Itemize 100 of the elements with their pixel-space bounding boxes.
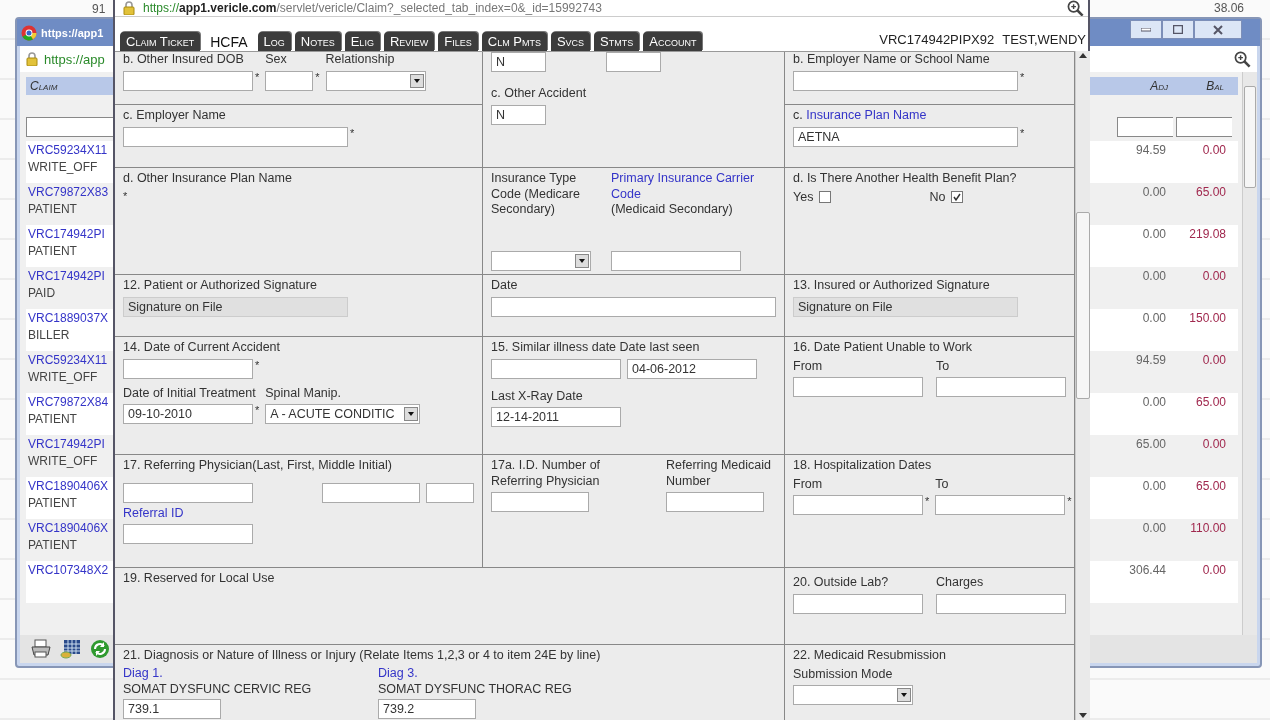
scrollbar[interactable] xyxy=(1242,72,1257,635)
tab[interactable]: Claim Ticket xyxy=(120,32,201,51)
claim-link[interactable]: VRC59234X11 xyxy=(28,353,108,367)
text-field[interactable] xyxy=(123,524,253,545)
text-field[interactable] xyxy=(606,52,661,72)
claim-link[interactable]: VRC1889037X xyxy=(28,311,109,325)
text-field[interactable] xyxy=(322,482,421,503)
field-label: 14. Date of Current Accident xyxy=(123,340,282,356)
dropdown[interactable]: A - ACUTE CONDITIC xyxy=(265,404,421,425)
field-label: 20. Outside Lab? xyxy=(793,575,890,591)
tab[interactable]: Files xyxy=(438,32,478,51)
claim-link[interactable]: VRC79872X83 xyxy=(28,185,109,199)
claim-link[interactable]: VRC1890406X xyxy=(28,479,109,493)
field-label: Insurance Type Code (Medicare Secondary) xyxy=(491,171,581,218)
field-label: Last X-Ray Date xyxy=(491,388,584,405)
tab[interactable]: Clm Pmts xyxy=(481,32,547,51)
claim-id: VRC174942PIPX92 xyxy=(879,32,995,47)
field-link[interactable]: Primary Insurance Carrier Code xyxy=(611,171,776,203)
window-title: https://app1 xyxy=(41,26,104,39)
caret-icon xyxy=(575,254,589,268)
zoom-in-icon[interactable] xyxy=(1067,0,1084,17)
claim-link[interactable]: VRC107348X2 xyxy=(28,563,109,577)
text-field[interactable] xyxy=(123,70,253,91)
text-field[interactable]: 12-14-2011 xyxy=(491,407,621,428)
text-field[interactable]: N xyxy=(491,104,546,125)
tab[interactable]: Notes xyxy=(294,32,341,51)
table-cell-text: 0.00 xyxy=(1141,227,1166,243)
field-link[interactable]: Referral ID xyxy=(123,505,474,522)
text-field[interactable] xyxy=(611,251,741,271)
field-label: 15. Similar illness date Date last seen xyxy=(491,340,701,356)
field-label: 12. Patient or Authorized Signature xyxy=(123,278,318,294)
text-field[interactable] xyxy=(793,70,1018,91)
claim-link[interactable]: VRC59234X11 xyxy=(28,143,108,157)
text-field[interactable] xyxy=(793,593,923,614)
tab[interactable]: Svcs xyxy=(550,32,591,51)
claim-link[interactable]: VRC79872X84 xyxy=(28,395,109,409)
scroll-up-icon[interactable] xyxy=(1079,53,1087,58)
tab[interactable]: Elig xyxy=(344,32,380,51)
scrollbar[interactable] xyxy=(1075,51,1090,720)
text-field[interactable] xyxy=(936,377,1066,398)
browser-logo-icon xyxy=(21,24,37,41)
tab[interactable]: Stmts xyxy=(594,32,640,51)
text-field[interactable]: AETNA xyxy=(793,126,1018,147)
field-label: 19. Reserved for Local Use xyxy=(123,571,276,587)
text-field[interactable] xyxy=(793,495,923,516)
text-field[interactable] xyxy=(666,492,764,513)
tab[interactable]: Review xyxy=(383,32,435,51)
scroll-down-icon[interactable] xyxy=(1079,713,1087,718)
maximize-button[interactable] xyxy=(1162,20,1194,39)
dropdown[interactable] xyxy=(325,70,426,91)
text-field[interactable] xyxy=(491,492,589,513)
text-field[interactable] xyxy=(123,358,253,379)
field-link[interactable]: Diag 3. xyxy=(378,665,633,682)
text-field[interactable] xyxy=(491,296,776,317)
table-cell-text: 0.00 xyxy=(1141,521,1166,537)
claim-link[interactable]: VRC1890406X xyxy=(28,521,109,535)
filter-field[interactable] xyxy=(1117,117,1173,137)
dropdown[interactable] xyxy=(793,685,913,706)
backdrop-text: 38.06 xyxy=(1214,1,1245,15)
printer-icon[interactable] xyxy=(30,639,52,659)
text-field[interactable] xyxy=(793,377,923,398)
field-link[interactable]: Diag 1. xyxy=(123,665,378,682)
text-field[interactable] xyxy=(123,482,253,503)
claim-link[interactable]: VRC174942PI xyxy=(28,227,105,241)
field-label: No xyxy=(929,189,946,206)
text-field[interactable] xyxy=(935,495,1066,516)
refresh-icon[interactable] xyxy=(90,639,110,659)
tab[interactable]: Log xyxy=(257,32,291,51)
table-cell-text: 65.00 xyxy=(1134,437,1166,453)
field-label: 22. Medicaid Resubmission xyxy=(793,648,947,664)
minimize-button[interactable] xyxy=(1130,20,1162,39)
backdrop-text: 91 xyxy=(92,2,106,16)
claim-link[interactable]: VRC174942PI xyxy=(28,269,105,283)
text-field[interactable] xyxy=(123,126,348,147)
text-field[interactable]: 04-06-2012 xyxy=(627,358,757,379)
padlock-icon xyxy=(123,1,135,15)
text-field[interactable] xyxy=(936,593,1066,614)
calculator-grid-icon[interactable] xyxy=(60,639,82,659)
readonly-field[interactable]: Signature on File xyxy=(793,296,1018,317)
close-button[interactable] xyxy=(1194,20,1242,39)
close-icon xyxy=(1213,24,1223,35)
text-field[interactable] xyxy=(426,482,474,503)
dropdown[interactable] xyxy=(491,251,591,271)
text-field[interactable]: N xyxy=(491,52,546,72)
text-field[interactable] xyxy=(491,358,621,379)
minimize-icon xyxy=(1141,27,1151,32)
text-field[interactable]: 739.2 xyxy=(378,698,476,719)
filter-field[interactable] xyxy=(1176,117,1232,137)
field-label: From xyxy=(793,358,824,375)
zoom-in-icon[interactable] xyxy=(1234,50,1251,68)
tab[interactable]: Account xyxy=(643,32,703,51)
text-field[interactable] xyxy=(265,70,314,91)
readonly-field[interactable]: Signature on File xyxy=(123,296,348,317)
text-field[interactable]: 09-10-2010 xyxy=(123,404,253,425)
table-cell-text: 0.00 xyxy=(1141,311,1166,327)
checkbox[interactable] xyxy=(951,191,964,204)
checkbox[interactable] xyxy=(819,191,832,204)
claim-link[interactable]: VRC174942PI xyxy=(28,437,105,451)
field-label: c. Employer Name xyxy=(123,108,227,124)
text-field[interactable]: 739.1 xyxy=(123,698,221,719)
